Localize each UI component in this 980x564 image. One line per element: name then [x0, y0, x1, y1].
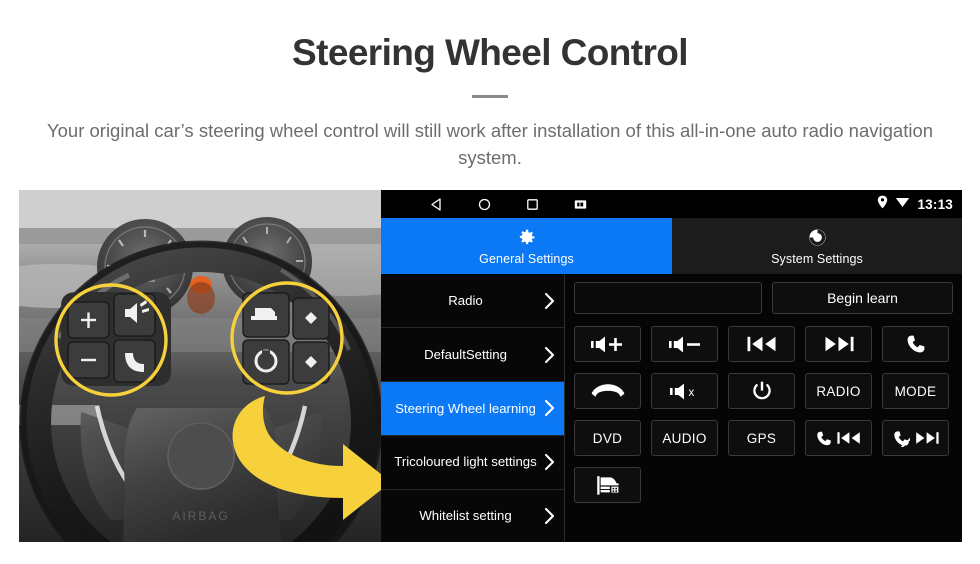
- key-audio[interactable]: AUDIO: [651, 420, 718, 457]
- tab-general-settings[interactable]: General Settings: [381, 218, 672, 275]
- title-divider: [472, 94, 508, 98]
- svg-text:AIRBAG: AIRBAG: [172, 509, 229, 523]
- learn-input[interactable]: [574, 282, 762, 315]
- tab-general-settings-label: General Settings: [479, 251, 574, 266]
- previous-track-icon: [747, 336, 777, 352]
- key-hangup-next[interactable]: [882, 420, 949, 457]
- head-unit-screen: 13:13 General Settings G System Settings…: [381, 190, 962, 543]
- menu-item-radio-label: Radio: [448, 293, 483, 309]
- next-track-icon: [824, 336, 854, 352]
- android-nav-buttons: [428, 196, 588, 212]
- menu-item-whitelist-setting[interactable]: Whitelist setting: [381, 489, 564, 543]
- chevron-right-icon: [544, 346, 555, 364]
- gear-icon: [516, 227, 537, 248]
- menu-item-tricoloured-light-settings[interactable]: Tricoloured light settings: [381, 435, 564, 490]
- phone-previous-icon: [816, 430, 861, 447]
- status-indicators: 13:13: [877, 190, 953, 218]
- phone-answer-icon: [906, 334, 926, 354]
- settings-body: Radio DefaultSetting Steering Wheel lear…: [381, 274, 962, 543]
- page-header: Steering Wheel Control Your original car…: [0, 0, 980, 171]
- volume-up-icon: [590, 336, 625, 353]
- screenshot-icon[interactable]: [572, 196, 588, 212]
- key-dvd[interactable]: DVD: [574, 420, 641, 457]
- menu-item-defaultsetting-label: DefaultSetting: [424, 346, 507, 362]
- recents-icon[interactable]: [524, 196, 540, 212]
- phone-hangup-icon: [591, 383, 625, 399]
- tab-system-settings-label: System Settings: [771, 251, 863, 266]
- key-previous-track[interactable]: [728, 326, 795, 363]
- svg-text:G: G: [814, 234, 820, 243]
- key-volume-up[interactable]: [574, 326, 641, 363]
- chevron-right-icon: [544, 453, 555, 471]
- steering-wheel-learning-panel: Begin learn x RADIO MODE DVD AUDIO GPS: [565, 274, 962, 542]
- begin-learn-button[interactable]: Begin learn: [772, 282, 953, 315]
- car-icon: [595, 475, 620, 496]
- chevron-right-icon: [544, 507, 555, 525]
- back-icon[interactable]: [428, 196, 444, 212]
- wifi-icon: [895, 195, 910, 213]
- menu-item-defaultsetting[interactable]: DefaultSetting: [381, 328, 564, 383]
- key-call-hangup[interactable]: [574, 373, 641, 410]
- key-volume-down[interactable]: [651, 326, 718, 363]
- chevron-right-icon: [544, 292, 555, 310]
- home-icon[interactable]: [476, 196, 492, 212]
- status-clock: 13:13: [917, 196, 953, 212]
- chevron-right-icon: [544, 399, 555, 417]
- settings-menu: Radio DefaultSetting Steering Wheel lear…: [381, 274, 565, 543]
- content-area: 2 AIRBAG 13:13 General Settings G System…: [0, 190, 980, 543]
- key-gps[interactable]: GPS: [728, 420, 795, 457]
- volume-down-icon: [668, 336, 701, 353]
- key-call-previous[interactable]: [805, 420, 872, 457]
- learn-controls-row: Begin learn: [574, 282, 953, 315]
- key-next-track[interactable]: [805, 326, 872, 363]
- steering-wheel-illustration: 2 AIRBAG: [19, 190, 381, 543]
- key-mute[interactable]: x: [651, 373, 718, 410]
- menu-item-tricoloured-light-settings-label: Tricoloured light settings: [394, 454, 537, 470]
- steering-wheel-photo: 2 AIRBAG: [19, 190, 381, 543]
- tab-system-settings[interactable]: G System Settings: [672, 218, 962, 275]
- key-call-answer[interactable]: [882, 326, 949, 363]
- key-car-settings[interactable]: [574, 467, 641, 504]
- hangup-next-icon: [893, 430, 939, 447]
- menu-item-whitelist-setting-label: Whitelist setting: [419, 508, 512, 524]
- power-icon: [752, 381, 772, 402]
- key-power[interactable]: [728, 373, 795, 410]
- location-pin-icon: [877, 195, 888, 214]
- key-mode[interactable]: MODE: [882, 373, 949, 410]
- steering-wheel-key-grid: x RADIO MODE DVD AUDIO GPS: [574, 326, 953, 504]
- settings-tabs: General Settings G System Settings: [381, 218, 962, 275]
- menu-item-steering-wheel-learning-label: Steering Wheel learning: [395, 400, 536, 416]
- key-radio[interactable]: RADIO: [805, 373, 872, 410]
- page-title: Steering Wheel Control: [292, 32, 688, 73]
- android-status-bar: 13:13: [381, 190, 962, 219]
- mute-icon: x: [669, 383, 700, 400]
- menu-item-steering-wheel-learning[interactable]: Steering Wheel learning: [381, 382, 564, 436]
- menu-item-radio[interactable]: Radio: [381, 274, 564, 329]
- system-logo-icon: G: [807, 227, 828, 248]
- svg-text:x: x: [688, 387, 694, 399]
- page-subtitle: Your original car’s steering wheel contr…: [46, 119, 934, 168]
